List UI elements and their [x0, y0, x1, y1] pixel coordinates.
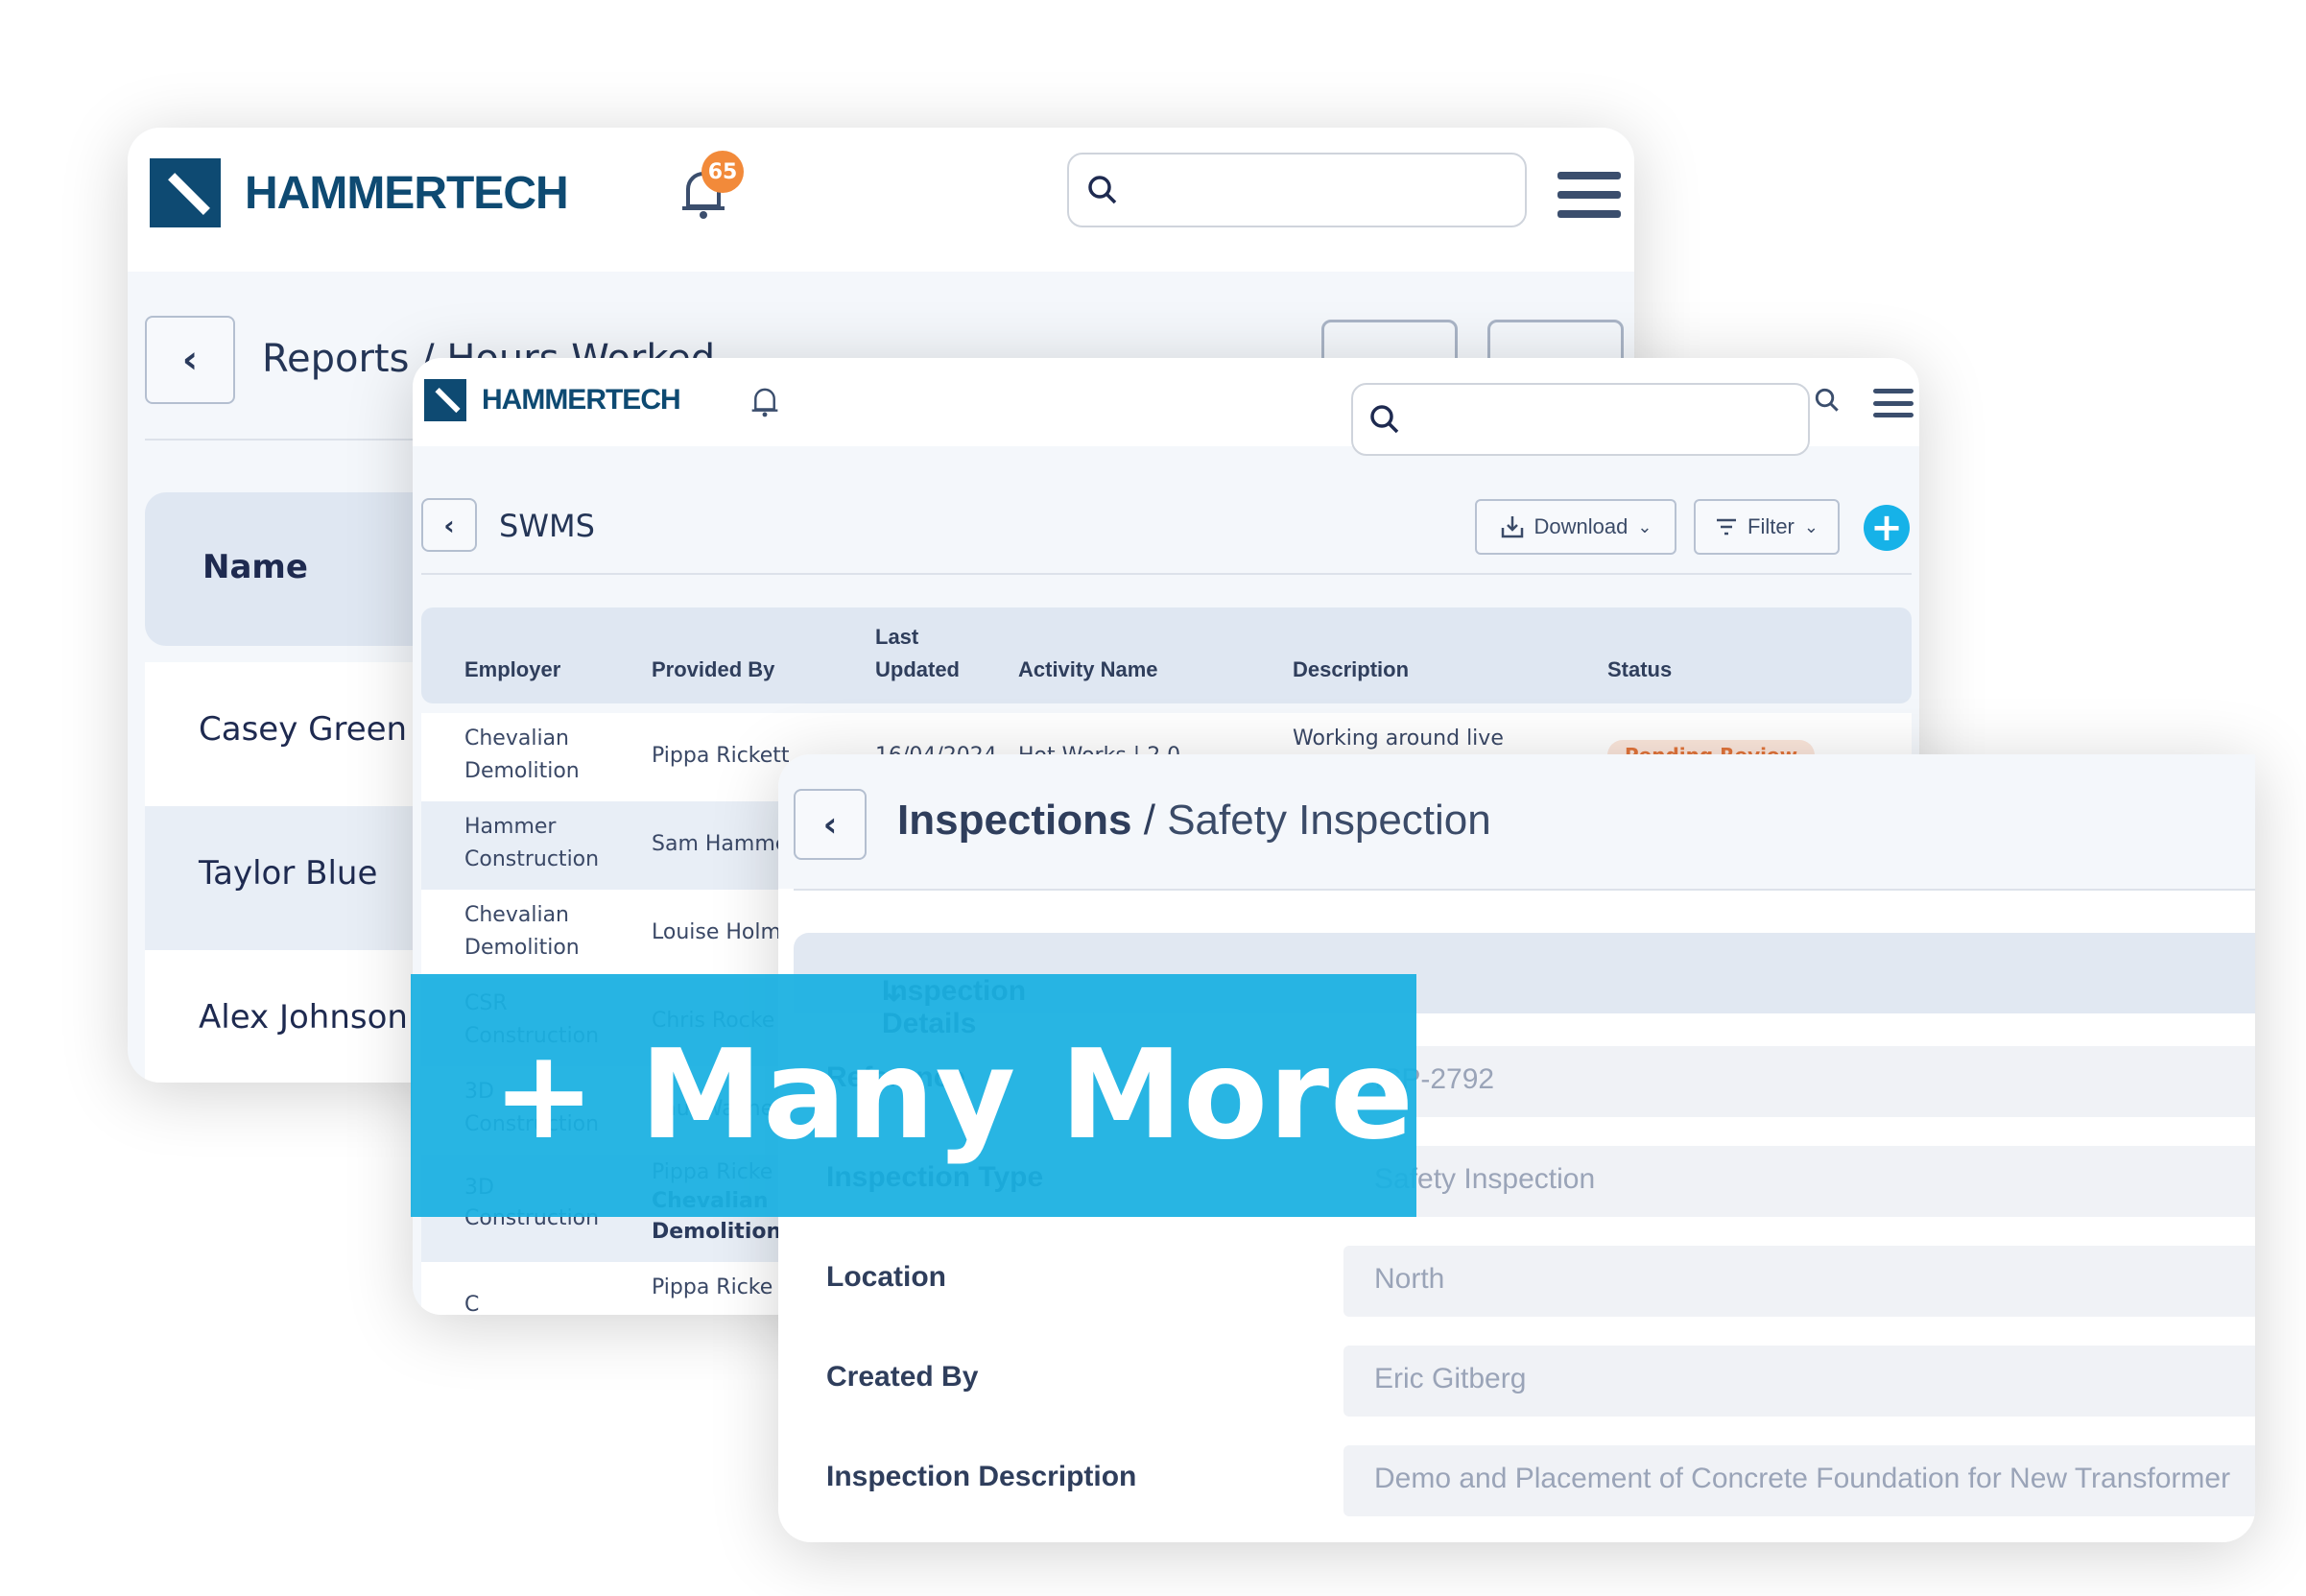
- many-more-banner: + Many More: [411, 974, 1416, 1217]
- cell-provided-by: Pippa Ricke: [652, 1275, 773, 1299]
- field-value-location[interactable]: North: [1343, 1246, 2255, 1317]
- top-navbar: HAMMERTECH 65: [128, 128, 1634, 272]
- hamburger-icon-line: [1557, 172, 1621, 179]
- divider: [794, 889, 2255, 891]
- chevron-left-icon: ‹: [181, 338, 199, 382]
- hamburger-icon-line: [1873, 413, 1914, 417]
- field-label-location: Location: [826, 1261, 946, 1293]
- search-input[interactable]: [1351, 383, 1810, 456]
- cell-provided-by: Sam Hammer: [652, 832, 797, 856]
- download-label: Download: [1533, 514, 1628, 538]
- add-button[interactable]: +: [1864, 505, 1910, 551]
- cell-employer: Chevalian: [464, 727, 569, 750]
- search-icon: [1370, 405, 1399, 434]
- column-header-status[interactable]: Status: [1607, 654, 1672, 685]
- notification-count-badge: 65: [701, 151, 744, 193]
- field-value-reference[interactable]: ISP-2792: [1343, 1046, 2255, 1117]
- banner-text: + Many More: [492, 1024, 1415, 1167]
- hamburger-icon-line: [1557, 191, 1621, 199]
- row-name: Taylor Blue: [199, 854, 378, 893]
- chevron-left-icon: ‹: [443, 509, 455, 541]
- cell-employer: Chevalian: [464, 903, 569, 927]
- breadcrumb-parent[interactable]: Inspections: [897, 797, 1132, 844]
- bell-icon: [751, 388, 778, 417]
- row-name: Alex Johnson: [199, 998, 408, 1036]
- hammertech-logo[interactable]: HAMMERTECH: [150, 158, 569, 227]
- hamburger-icon-line: [1873, 400, 1914, 406]
- back-button[interactable]: ‹: [145, 316, 235, 404]
- hamburger-icon-line: [1873, 389, 1914, 393]
- chevron-down-icon: ⌄: [1637, 516, 1652, 536]
- field-value-inspection-description[interactable]: Demo and Placement of Concrete Foundatio…: [1343, 1445, 2255, 1516]
- download-icon: [1501, 516, 1523, 538]
- chevron-down-icon: ⌄: [1803, 516, 1819, 536]
- divider: [421, 573, 1912, 575]
- table-header: Employer Provided By Last Updated Activi…: [421, 607, 1912, 703]
- top-navbar: HAMMERTECH: [413, 358, 1919, 456]
- field-label-created-by: Created By: [826, 1361, 979, 1393]
- logo-mark-icon: [424, 379, 466, 421]
- cell-employer: Demolition: [464, 936, 580, 960]
- cell-employer: Hammer: [464, 815, 557, 839]
- cell-provided-by: Pippa Rickett: [652, 744, 790, 768]
- field-value-text: Eric Gitberg: [1374, 1363, 1527, 1394]
- cell-employer: Construction: [464, 847, 600, 871]
- filter-label: Filter: [1747, 514, 1795, 538]
- logo-mark-icon: [150, 158, 221, 227]
- breadcrumb-separator: /: [1143, 797, 1155, 844]
- notifications-bell[interactable]: [749, 383, 781, 423]
- menu-button[interactable]: [1873, 389, 1914, 417]
- search-icon[interactable]: [1814, 387, 1841, 414]
- filter-icon: [1717, 518, 1736, 536]
- column-header-last-updated[interactable]: Last: [875, 621, 918, 653]
- download-dropdown[interactable]: Download ⌄: [1475, 499, 1676, 555]
- back-button[interactable]: ‹: [421, 498, 477, 552]
- column-header-provided-by[interactable]: Provided By: [652, 654, 774, 685]
- column-header-description[interactable]: Description: [1293, 654, 1409, 685]
- chevron-left-icon: ‹: [822, 804, 838, 845]
- column-header-activity-name[interactable]: Activity Name: [1018, 654, 1158, 685]
- field-value-created-by[interactable]: Eric Gitberg: [1343, 1346, 2255, 1417]
- back-button[interactable]: ‹: [794, 789, 867, 860]
- search-icon: [1088, 176, 1117, 204]
- column-header-employer[interactable]: Employer: [464, 654, 560, 685]
- breadcrumb: Inspections / Safety Inspection: [897, 797, 1491, 845]
- search-input[interactable]: [1067, 153, 1527, 227]
- field-value-inspection-type[interactable]: Safety Inspection: [1343, 1146, 2255, 1217]
- cell-description: Working around live: [1293, 727, 1504, 750]
- cell-employer: C: [464, 1293, 480, 1315]
- field-label-inspection-description: Inspection Description: [826, 1461, 1137, 1492]
- filter-dropdown[interactable]: Filter ⌄: [1694, 499, 1840, 555]
- column-header-last-updated[interactable]: Updated: [875, 654, 960, 685]
- cell-provided-by: Demolition: [652, 1220, 782, 1244]
- column-header-label: Name: [202, 548, 308, 586]
- breadcrumb-current: Safety Inspection: [1167, 797, 1491, 844]
- logo-text: HAMMERTECH: [245, 167, 569, 219]
- menu-button[interactable]: [1557, 172, 1621, 218]
- hammertech-logo[interactable]: HAMMERTECH: [424, 379, 681, 421]
- page-title: SWMS: [499, 508, 595, 544]
- row-name: Casey Green: [199, 710, 408, 749]
- field-value-text: Demo and Placement of Concrete Foundatio…: [1374, 1463, 2231, 1494]
- plus-icon: +: [1870, 506, 1903, 550]
- notifications-bell[interactable]: 65: [677, 151, 744, 222]
- field-value-text: North: [1374, 1263, 1445, 1295]
- logo-text: HAMMERTECH: [482, 384, 681, 416]
- cell-employer: Demolition: [464, 759, 580, 783]
- hamburger-icon-line: [1557, 210, 1621, 218]
